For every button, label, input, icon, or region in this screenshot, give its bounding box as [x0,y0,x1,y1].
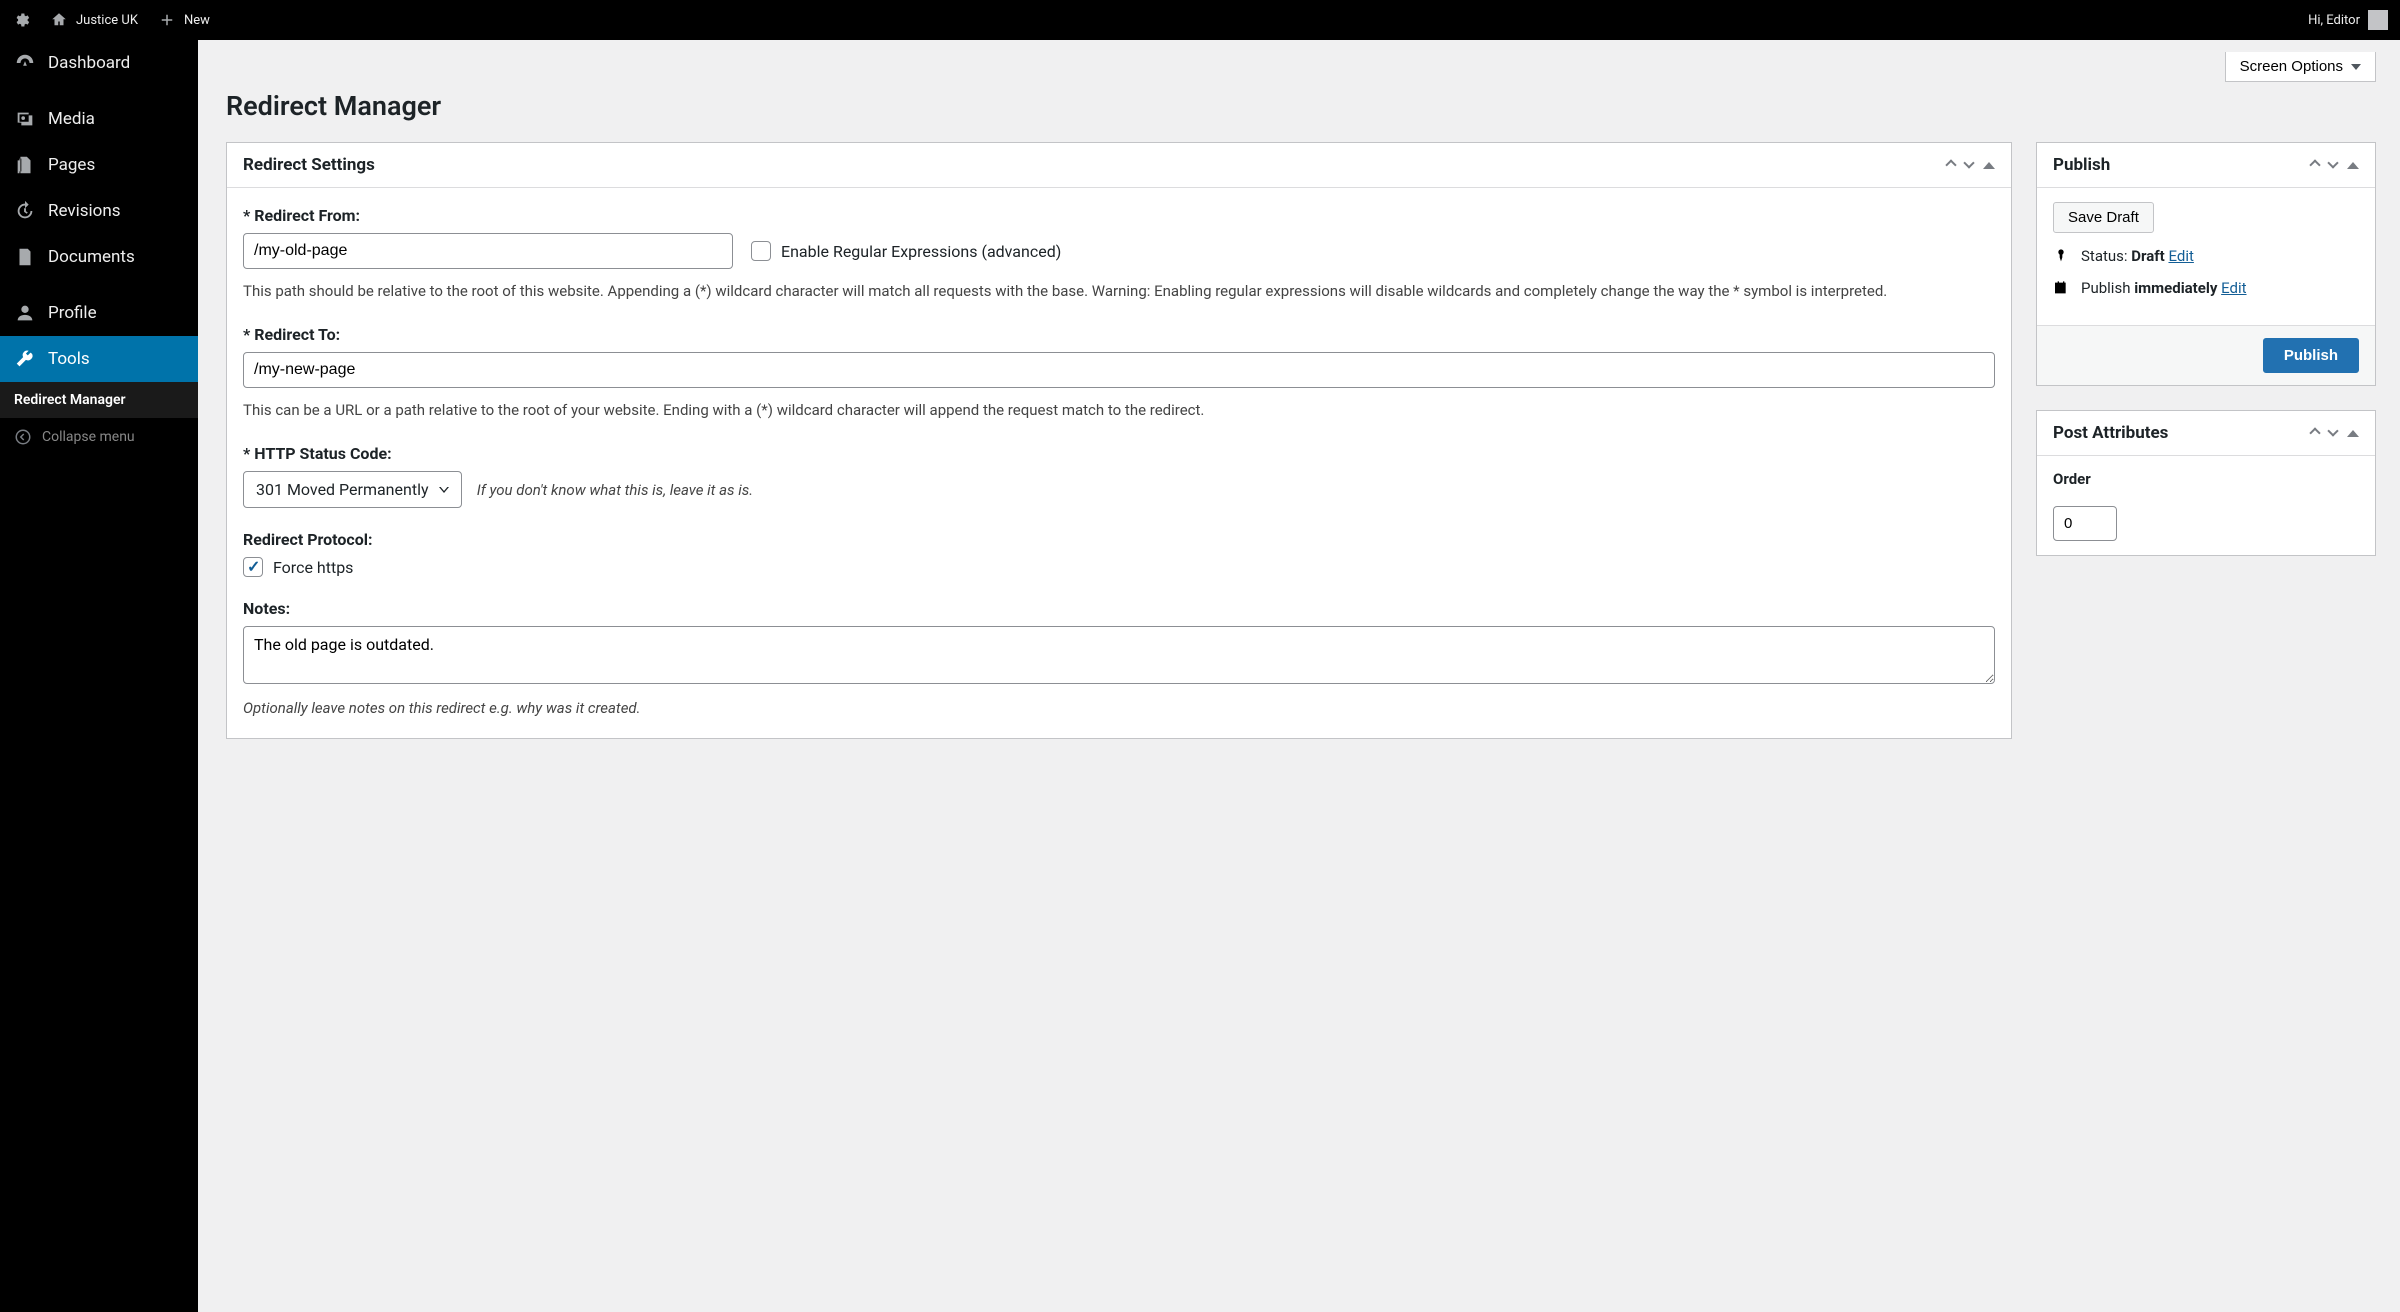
redirect-settings-box: Redirect Settings * Redirect From: [226,142,2012,739]
wp-logo[interactable] [12,11,30,29]
redirect-to-label: * Redirect To: [243,325,1995,344]
redirect-from-label: * Redirect From: [243,206,1995,225]
caret-down-icon [2351,64,2361,70]
pin-icon [2053,248,2069,264]
box-move-down-icon[interactable] [1963,157,1974,168]
redirect-to-help: This can be a URL or a path relative to … [243,398,1995,422]
box-toggle-icon[interactable] [1983,162,1995,169]
sidebar-item-revisions[interactable]: Revisions [0,188,198,234]
box-move-down-icon[interactable] [2327,425,2338,436]
notes-label: Notes: [243,599,1995,618]
order-input[interactable] [2053,506,2117,541]
home-icon [50,11,68,29]
sidebar-item-pages[interactable]: Pages [0,142,198,188]
new-label: New [184,13,210,28]
box-move-up-icon[interactable] [2309,427,2320,438]
sidebar-item-profile[interactable]: Profile [0,290,198,336]
sidebar-item-dashboard[interactable]: Dashboard [0,40,198,86]
site-name-link[interactable]: Justice UK [50,11,138,29]
cog-icon [12,11,30,29]
save-draft-button[interactable]: Save Draft [2053,202,2154,233]
redirect-settings-title: Redirect Settings [243,155,375,175]
post-attributes-box: Post Attributes Order [2036,410,2376,556]
chevron-down-icon [439,487,449,493]
redirect-from-help: This path should be relative to the root… [243,279,1995,303]
status-code-help: If you don't know what this is, leave it… [477,481,753,499]
order-label: Order [2053,470,2359,488]
box-move-down-icon[interactable] [2327,157,2338,168]
protocol-label: Redirect Protocol: [243,530,1995,549]
collapse-menu[interactable]: Collapse menu [0,418,198,456]
box-move-up-icon[interactable] [2309,159,2320,170]
documents-icon [14,246,36,268]
publish-button[interactable]: Publish [2263,338,2359,373]
page-title: Redirect Manager [226,90,2376,122]
publish-box: Publish Save Draft [2036,142,2376,386]
new-content-link[interactable]: New [158,11,210,29]
screen-options-button[interactable]: Screen Options [2225,52,2376,82]
notes-help: Optionally leave notes on this redirect … [243,696,1995,720]
plus-icon [158,11,176,29]
force-https-checkbox[interactable] [243,557,263,577]
calendar-icon [2053,280,2069,296]
publish-title: Publish [2053,155,2110,175]
edit-status-link[interactable]: Edit [2168,247,2193,265]
admin-sidebar: Dashboard Media Pages Revisions Document… [0,40,198,1312]
avatar-icon [2368,10,2388,30]
tools-icon [14,348,36,370]
edit-schedule-link[interactable]: Edit [2221,279,2246,297]
redirect-from-input[interactable] [243,233,733,269]
status-code-select[interactable]: 301 Moved Permanently [243,471,462,508]
enable-regex-checkbox[interactable] [751,241,771,261]
revisions-icon [14,200,36,222]
force-https-label: Force https [273,558,353,577]
sidebar-item-documents[interactable]: Documents [0,234,198,280]
collapse-icon [14,428,32,446]
pages-icon [14,154,36,176]
dashboard-icon [14,52,36,74]
redirect-to-input[interactable] [243,352,1995,388]
notes-textarea[interactable] [243,626,1995,684]
sidebar-item-tools[interactable]: Tools [0,336,198,382]
profile-icon [14,302,36,324]
admin-bar: Justice UK New Hi, Editor [0,0,2400,40]
user-greeting[interactable]: Hi, Editor [2308,10,2388,30]
box-toggle-icon[interactable] [2347,430,2359,437]
media-icon [14,108,36,130]
sidebar-item-media[interactable]: Media [0,96,198,142]
status-code-label: * HTTP Status Code: [243,444,1995,463]
box-move-up-icon[interactable] [1945,159,1956,170]
box-toggle-icon[interactable] [2347,162,2359,169]
site-name: Justice UK [76,13,138,28]
enable-regex-label: Enable Regular Expressions (advanced) [781,242,1061,261]
post-attributes-title: Post Attributes [2053,423,2168,443]
sidebar-submenu-redirect-manager[interactable]: Redirect Manager [0,382,198,418]
